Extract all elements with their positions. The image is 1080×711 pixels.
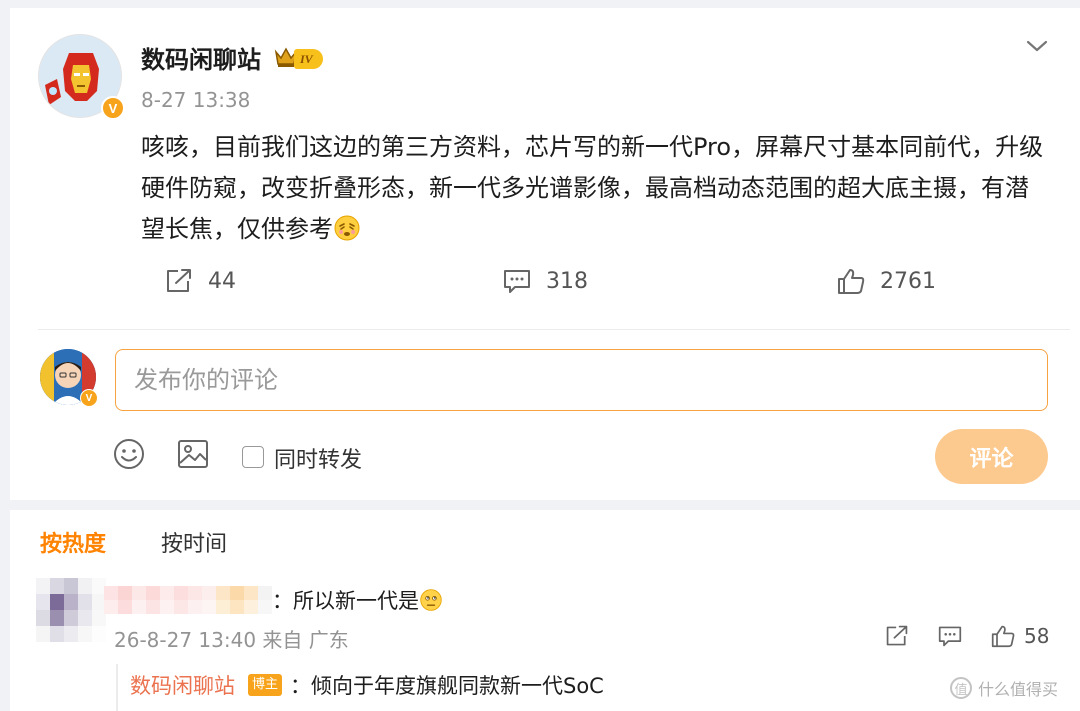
comment-count: 318 <box>546 268 588 294</box>
reply-comment-icon <box>938 626 962 647</box>
watermark: 值 什么值得买 <box>950 676 1058 700</box>
reply-share-icon <box>886 625 908 646</box>
chevron-down-icon[interactable] <box>1026 38 1048 54</box>
post-content-text: 咳咳，目前我们这边的第三方资料，芯片写的新一代Pro，屏幕尺寸基本同前代，升级硬… <box>141 133 1044 243</box>
emoji-icon[interactable] <box>112 437 146 471</box>
user-verified-badge: V <box>80 389 98 407</box>
like-button[interactable]: 2761 <box>836 266 936 296</box>
confused-emoji-icon <box>420 589 442 611</box>
sub-reply-thread-line <box>116 664 118 711</box>
reply-text: ：所以新一代是 <box>272 585 443 615</box>
sub-reply-author[interactable]: 数码闲聊站 <box>130 670 235 700</box>
tab-sort-hot[interactable]: 按热度 <box>40 526 106 558</box>
reply-text-content: ：所以新一代是 <box>272 589 419 613</box>
reply-comment-button[interactable] <box>937 622 963 650</box>
comment-input[interactable] <box>116 350 1047 410</box>
comment-input-box[interactable] <box>115 349 1048 411</box>
reply-like-count: 58 <box>1024 624 1050 648</box>
watermark-text: 什么值得买 <box>978 680 1059 699</box>
verified-badge: V <box>101 96 125 120</box>
like-count: 2761 <box>880 268 936 294</box>
submit-comment-button[interactable]: 评论 <box>935 429 1048 484</box>
tab-sort-time[interactable]: 按时间 <box>161 526 227 558</box>
image-icon[interactable] <box>176 437 210 471</box>
owner-badge: 博主 <box>248 674 283 696</box>
reply-avatar-pixelated[interactable] <box>36 578 106 642</box>
reply-thumbs-up-icon <box>991 625 1015 648</box>
also-repost-label[interactable]: 同时转发 <box>274 442 362 474</box>
level-badge: IV <box>294 49 323 69</box>
repost-count: 44 <box>208 268 236 294</box>
reply-share-button[interactable] <box>884 622 910 650</box>
reply-author-pixelated[interactable] <box>104 586 272 614</box>
reply-like-button[interactable]: 58 <box>990 622 1049 650</box>
embarrassed-emoji-icon <box>334 215 360 241</box>
post-content: 咳咳，目前我们这边的第三方资料，芯片写的新一代Pro，屏幕尺寸基本同前代，升级硬… <box>141 127 1046 250</box>
watermark-logo-icon: 值 <box>950 677 972 699</box>
comment-icon <box>504 270 530 293</box>
comment-button[interactable]: 318 <box>502 266 588 296</box>
post-author-name[interactable]: 数码闲聊站 <box>141 40 261 75</box>
divider <box>38 329 1070 330</box>
reply-meta: 26-8-27 13:40 来自 广东 <box>114 628 349 652</box>
thumbs-up-icon <box>838 269 865 294</box>
sub-reply-text: ：倾向于年度旗舰同款新一代SoC <box>290 674 604 698</box>
repost-icon <box>167 269 191 292</box>
section-gap <box>0 500 1080 510</box>
also-repost-checkbox[interactable] <box>242 446 264 468</box>
repost-button[interactable]: 44 <box>164 266 236 296</box>
post-timestamp[interactable]: 8-27 13:38 <box>141 88 250 112</box>
